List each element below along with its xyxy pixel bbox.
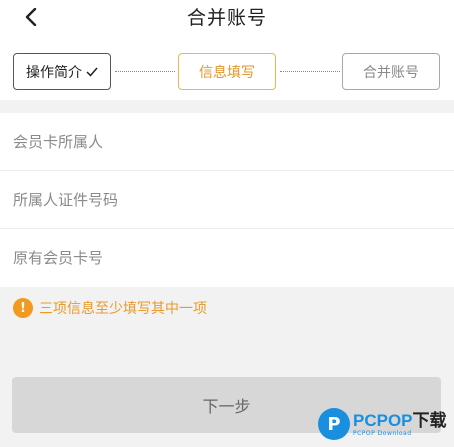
- step-merge-label: 合并账号: [363, 64, 419, 81]
- notice-text: 三项信息至少填写其中一项: [39, 301, 207, 317]
- step-merge[interactable]: 合并账号: [342, 53, 440, 90]
- step-progress: 操作简介 信息填写 合并账号: [0, 36, 454, 100]
- step-info-label: 信息填写: [199, 64, 255, 81]
- id-number-field-row: [0, 171, 454, 229]
- notice-message: ! 三项信息至少填写其中一项: [13, 298, 207, 318]
- watermark: P PCPOP下载 PCPOP Download: [318, 404, 447, 444]
- watermark-sub: PCPOP Download: [353, 429, 412, 437]
- step-connector: [280, 71, 340, 72]
- watermark-text: PCPOP下载 PCPOP Download: [353, 412, 447, 437]
- watermark-brand: PCPOP下载: [353, 412, 447, 429]
- watermark-brand-en: PCPOP: [353, 410, 413, 430]
- card-number-input[interactable]: [13, 249, 433, 267]
- card-number-field-row: [0, 229, 454, 287]
- step-intro-label: 操作简介: [26, 64, 82, 81]
- header-bar: 合并账号: [0, 0, 454, 36]
- info-form: [0, 113, 454, 287]
- cardholder-input[interactable]: [13, 132, 433, 151]
- id-number-input[interactable]: [13, 190, 433, 209]
- step-info[interactable]: 信息填写: [178, 53, 276, 90]
- checkmark-icon: [86, 67, 98, 77]
- warning-icon: !: [13, 298, 33, 318]
- step-intro[interactable]: 操作简介: [13, 53, 111, 90]
- pcpop-logo-icon: P: [318, 408, 350, 440]
- cardholder-field-row: [0, 113, 454, 171]
- watermark-brand-cn: 下载: [412, 410, 447, 430]
- step-connector: [115, 71, 175, 72]
- page-title: 合并账号: [186, 7, 267, 29]
